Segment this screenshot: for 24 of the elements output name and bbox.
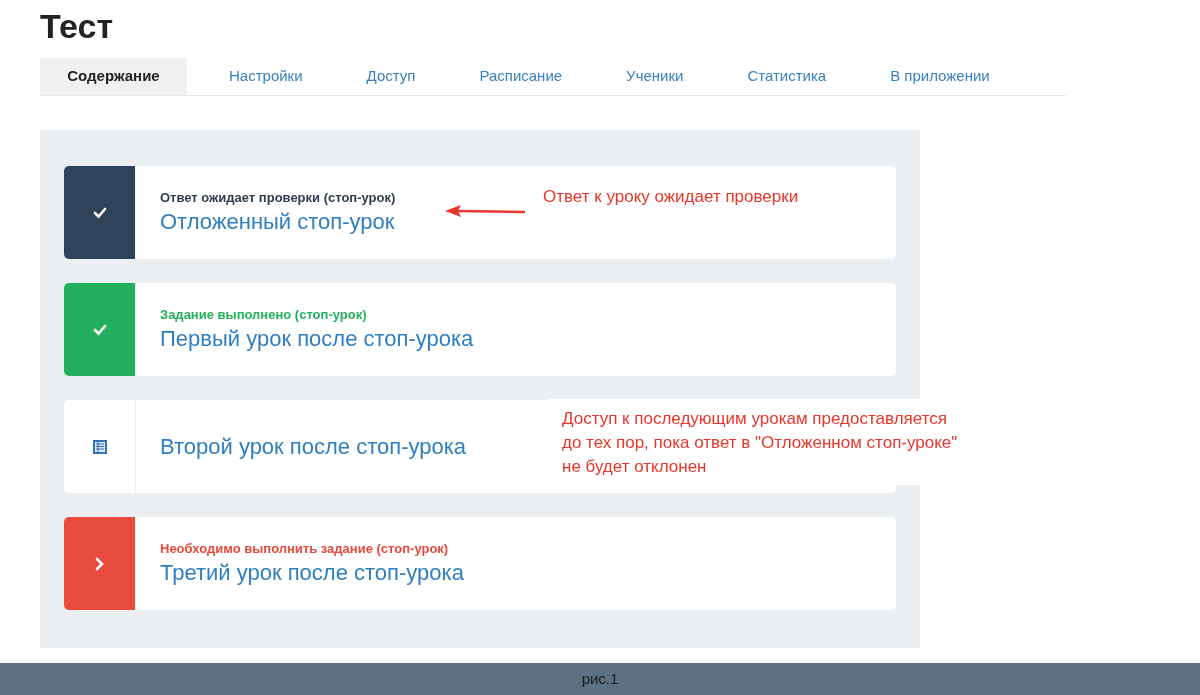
tab[interactable]: Ученики [604, 58, 706, 95]
lesson-card[interactable]: Необходимо выполнить задание (стоп-урок) Третий урок после стоп-урока [64, 517, 896, 610]
annotation-text: Ответ к уроку ожидает проверки [543, 186, 799, 208]
lesson-title[interactable]: Отложенный стоп-урок [160, 207, 396, 238]
document-icon [91, 438, 108, 455]
lesson-status: Задание выполнено (стоп-урок) [160, 305, 368, 324]
tab[interactable]: Содержание [40, 58, 187, 95]
lesson-card[interactable]: Задание выполнено (стоп-урок) Первый урок после стоп-урока [64, 283, 896, 376]
lesson-status: Ответ ожидает проверки (стоп-урок) [160, 188, 396, 207]
tab[interactable]: В приложении [868, 58, 1012, 95]
lesson-title[interactable]: Первый урок после стоп-урока [160, 324, 474, 355]
page-title: Тест [39, 6, 115, 47]
tab[interactable]: Расписание [457, 58, 585, 95]
tab[interactable]: Статистика [725, 58, 849, 95]
lesson-title[interactable]: Второй урок после стоп-урока [160, 431, 467, 462]
figure-caption: рис.1 [581, 668, 619, 689]
chevron-icon [94, 556, 105, 571]
arrow-icon [445, 204, 527, 218]
tab[interactable]: Доступ [344, 58, 438, 95]
tab[interactable]: Настройки [207, 58, 325, 95]
lesson-status: Необходимо выполнить задание (стоп-урок) [160, 539, 450, 558]
lesson-title[interactable]: Третий урок после стоп-урока [160, 558, 464, 589]
check-icon [92, 323, 107, 336]
check-icon [92, 206, 107, 219]
